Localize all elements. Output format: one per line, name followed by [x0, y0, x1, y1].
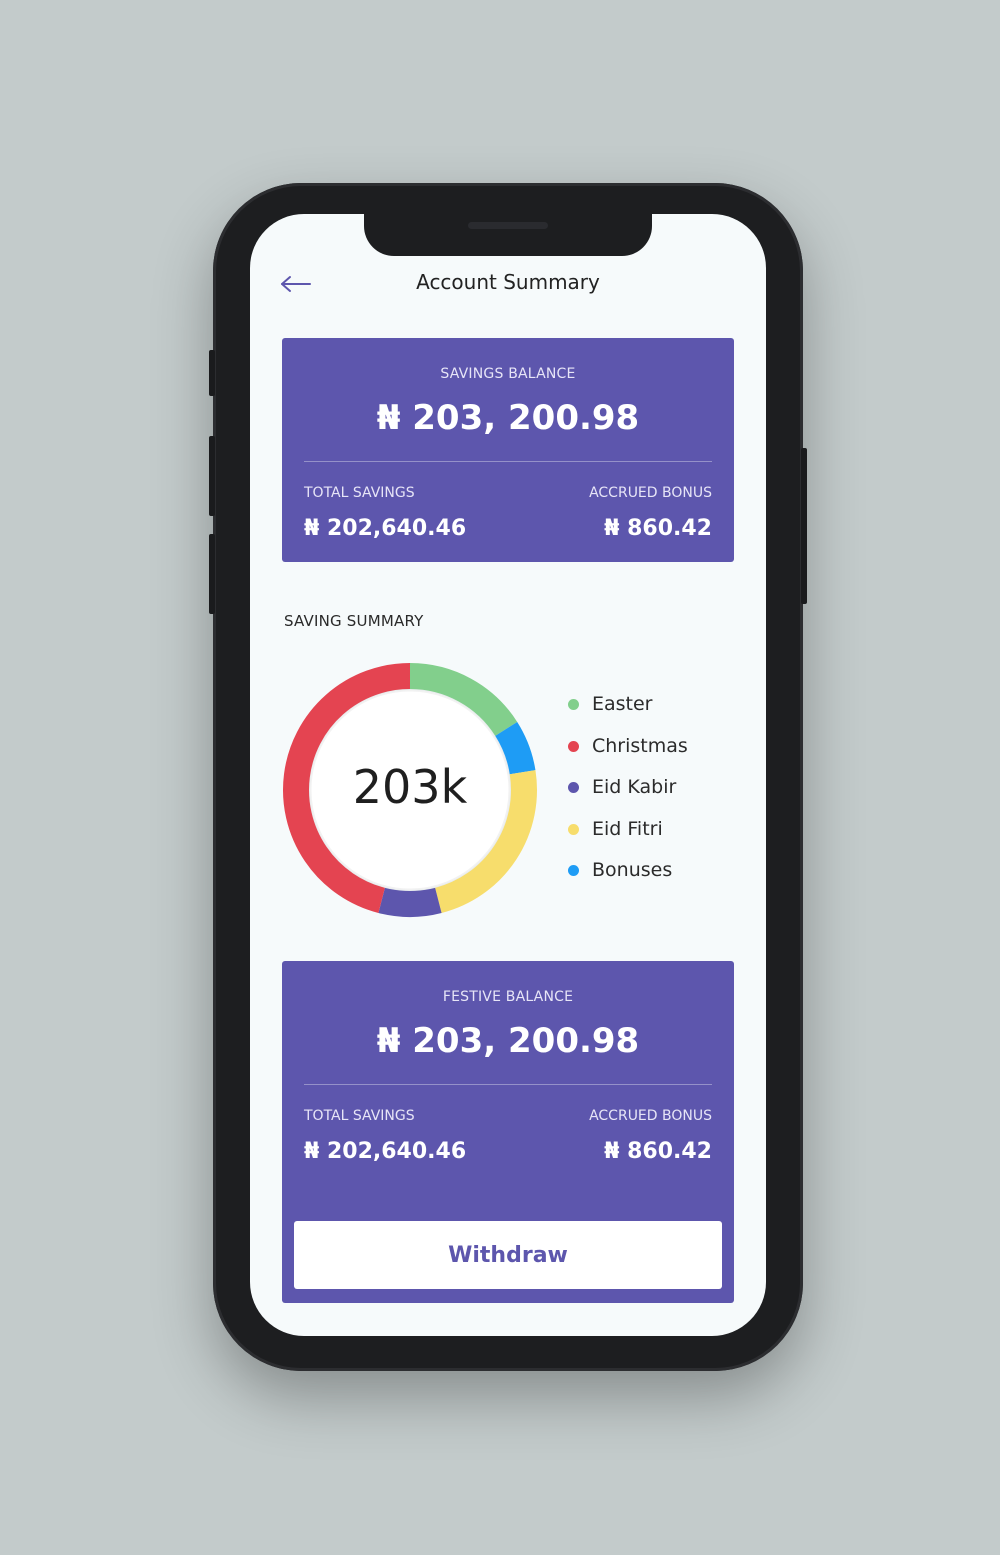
power-button: [801, 448, 807, 604]
saving-summary-donut-chart: 203k: [280, 660, 540, 920]
legend-label: Eid Kabir: [592, 776, 677, 798]
legend-item-christmas: Christmas: [568, 734, 688, 776]
page-title: Account Summary: [416, 270, 600, 294]
savings-balance-amount: ₦ 203, 200.98: [376, 398, 640, 438]
accrued-bonus-value: ₦ 860.42: [604, 1139, 712, 1164]
legend-dot: [568, 699, 579, 710]
total-savings-label: TOTAL SAVINGS: [304, 485, 415, 501]
savings-balance-card: SAVINGS BALANCE ₦ 203, 200.98 TOTAL SAVI…: [282, 338, 734, 562]
legend-label: Eid Fitri: [592, 817, 663, 840]
legend-dot: [568, 740, 579, 752]
accrued-bonus-label: ACCRUED BONUS: [589, 485, 712, 501]
legend-label: Easter: [592, 693, 653, 715]
legend-label: Christmas: [592, 734, 688, 757]
donut-center-value: 203k: [352, 760, 468, 814]
saving-summary-title: SAVING SUMMARY: [284, 612, 424, 630]
legend-dot: [568, 865, 579, 876]
legend-item-bonuses: Bonuses: [568, 858, 688, 900]
festive-balance-card: FESTIVE BALANCE ₦ 203, 200.98 TOTAL SAVI…: [282, 961, 734, 1303]
total-savings-value: ₦ 202,640.46: [304, 1139, 467, 1164]
donut-segment-eid-kabir: [378, 887, 442, 917]
card-divider: [304, 461, 712, 462]
volume-down-button: [209, 534, 215, 614]
accrued-bonus-label: ACCRUED BONUS: [589, 1108, 712, 1124]
legend-dot: [568, 782, 579, 793]
legend-item-eid-fitri: Eid Fitri: [568, 817, 688, 859]
festive-balance-label: FESTIVE BALANCE: [442, 989, 574, 1005]
festive-balance-amount: ₦ 203, 200.98: [376, 1021, 640, 1061]
volume-up-button: [209, 436, 215, 516]
withdraw-button[interactable]: Withdraw: [294, 1221, 722, 1289]
legend-item-easter: Easter: [568, 692, 688, 734]
savings-balance-label: SAVINGS BALANCE: [440, 366, 576, 382]
accrued-bonus-value: ₦ 860.42: [604, 516, 712, 541]
app-screen: Account Summary SAVINGS BALANCE ₦ 203, 2…: [250, 214, 766, 1336]
legend-label: Bonuses: [592, 859, 673, 881]
card-divider: [304, 1084, 712, 1085]
total-savings-label: TOTAL SAVINGS: [304, 1108, 415, 1124]
mute-switch: [209, 350, 215, 396]
total-savings-value: ₦ 202,640.46: [304, 516, 467, 541]
legend-item-eid-kabir: Eid Kabir: [568, 775, 688, 817]
legend-dot: [568, 823, 579, 835]
chart-legend: Easter Christmas Eid Kabir Eid Fitri Bon…: [568, 692, 688, 900]
phone-notch: [364, 214, 652, 256]
